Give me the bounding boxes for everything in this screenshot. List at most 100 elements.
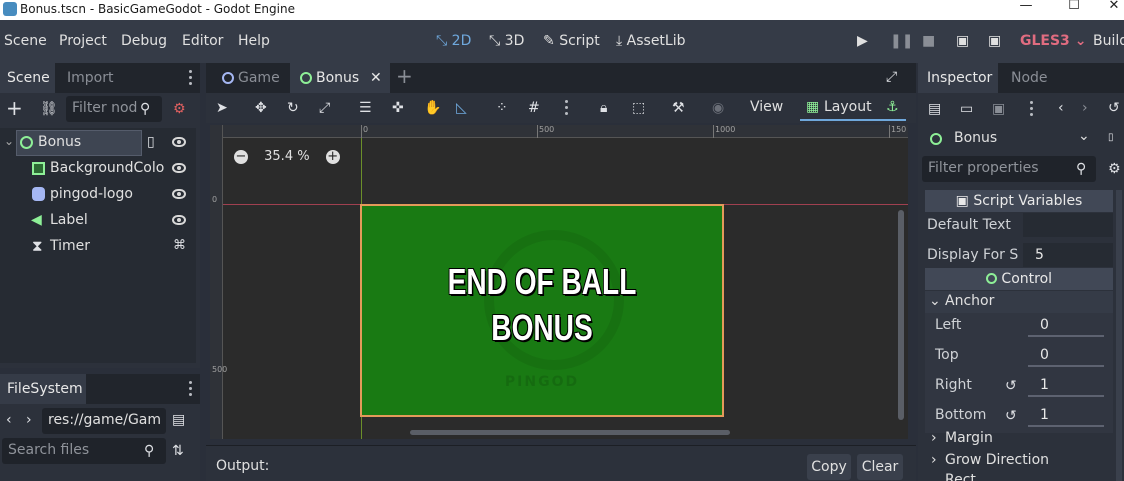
- play-custom-scene-icon[interactable]: ▣: [988, 33, 1001, 49]
- open-folder-icon[interactable]: ▭: [960, 101, 973, 117]
- ruler-tool-icon[interactable]: ◺: [456, 100, 467, 116]
- add-node-icon[interactable]: +: [6, 98, 23, 118]
- back-arrow-icon[interactable]: ‹: [6, 412, 12, 428]
- mode-script-button[interactable]: ✎ Script: [543, 33, 600, 49]
- history-icon[interactable]: ↺: [1108, 100, 1120, 116]
- display-for-field[interactable]: 5: [1023, 243, 1113, 267]
- grow-direction-group[interactable]: › Grow Direction: [925, 450, 1113, 472]
- list-select-icon[interactable]: ☰: [359, 100, 372, 116]
- default-text-field[interactable]: [1023, 213, 1113, 237]
- tree-row-label-node[interactable]: ◀ Label: [0, 208, 196, 234]
- anchor-left-value[interactable]: 0: [1040, 317, 1049, 333]
- mode-3d-button[interactable]: ⤡ 3D: [489, 33, 524, 49]
- visibility-eye-icon[interactable]: [172, 189, 186, 199]
- view-menu[interactable]: View: [750, 99, 783, 115]
- play-scene-icon[interactable]: ▣: [956, 33, 969, 49]
- camera-icon[interactable]: ◉: [712, 100, 724, 116]
- history-forward-icon[interactable]: ›: [1082, 100, 1088, 116]
- anchor-right-value[interactable]: 1: [1040, 377, 1049, 393]
- filesystem-menu-icon[interactable]: [189, 381, 193, 399]
- rotate-tool-icon[interactable]: ↻: [287, 100, 299, 116]
- link-icon[interactable]: ⛓: [40, 101, 58, 117]
- visibility-eye-icon[interactable]: [172, 163, 186, 173]
- snap-options-icon[interactable]: [565, 100, 569, 118]
- move-tool-icon[interactable]: ✥: [255, 100, 267, 116]
- anchor-group[interactable]: ⌄ Anchor: [925, 291, 1113, 313]
- node-selector[interactable]: Bonus ⌄: [922, 126, 1094, 152]
- close-tab-icon[interactable]: ✕: [370, 63, 382, 93]
- distraction-free-icon[interactable]: ⤢: [886, 69, 897, 85]
- tab-node[interactable]: Node: [1002, 63, 1062, 93]
- mode-2d-button[interactable]: ⤡ 2D: [436, 33, 471, 49]
- revert-icon[interactable]: ↺: [1005, 408, 1017, 424]
- renderer-select[interactable]: GLES3 ⌄: [1020, 33, 1086, 49]
- inspector-scrollbar[interactable]: [1116, 190, 1122, 481]
- tab-bonus[interactable]: Bonus ✕: [290, 63, 390, 93]
- menu-project[interactable]: Project: [59, 33, 107, 49]
- forward-arrow-icon[interactable]: ›: [26, 412, 32, 428]
- margin-group[interactable]: › Margin: [925, 428, 1113, 450]
- save-icon[interactable]: ▣: [992, 101, 1005, 117]
- revert-icon[interactable]: ↺: [1005, 378, 1017, 394]
- inspector-options-icon[interactable]: [1030, 101, 1034, 119]
- script-attached-icon[interactable]: ▯: [147, 134, 155, 150]
- clear-button[interactable]: Clear: [857, 454, 903, 480]
- horizontal-scrollbar[interactable]: [410, 430, 730, 435]
- signal-icon[interactable]: ⌘: [173, 238, 186, 253]
- tree-row-bonus[interactable]: ⌄ Bonus ▯: [0, 130, 196, 156]
- grid-snap-icon[interactable]: #: [528, 100, 540, 116]
- smart-snap-icon[interactable]: ⁘: [496, 100, 508, 116]
- scene-tree-options-icon[interactable]: ⚙: [173, 101, 186, 117]
- bonus-control-rect[interactable]: PINGOD END OF BALL BONUS: [360, 204, 724, 417]
- anchor-top-value[interactable]: 0: [1040, 347, 1049, 363]
- copy-button[interactable]: Copy: [807, 454, 851, 480]
- scale-tool-icon[interactable]: ⤢: [319, 100, 330, 116]
- menu-help[interactable]: Help: [238, 33, 270, 49]
- lock-icon[interactable]: 🔒︎: [600, 100, 607, 116]
- menu-scene[interactable]: Scene: [4, 33, 47, 49]
- anchor-bottom-value[interactable]: 1: [1040, 407, 1049, 423]
- filesystem-search-input[interactable]: Search files: [2, 438, 166, 464]
- collapse-arrow-icon[interactable]: ⌄: [4, 134, 14, 148]
- tree-row-timer[interactable]: ⧗ Timer ⌘: [0, 234, 196, 260]
- history-back-icon[interactable]: ‹: [1058, 100, 1064, 116]
- tree-row-backgroundcolor[interactable]: BackgroundColo: [0, 156, 196, 182]
- mode-assetlib-button[interactable]: ⤓ AssetLib: [616, 33, 686, 49]
- tab-filesystem[interactable]: FileSystem: [0, 374, 86, 404]
- scene-dock-menu-icon[interactable]: [189, 70, 193, 88]
- tab-inspector[interactable]: Inspector: [918, 63, 998, 93]
- close-window-button[interactable]: ✕: [1103, 0, 1124, 18]
- zoom-level[interactable]: 35.4 %: [264, 149, 309, 164]
- minimize-button[interactable]: —: [1015, 0, 1037, 18]
- pan-tool-icon[interactable]: ✋: [424, 100, 441, 116]
- tab-game[interactable]: Game: [210, 63, 288, 93]
- maximize-button[interactable]: ☐: [1063, 0, 1085, 18]
- menu-debug[interactable]: Debug: [121, 33, 167, 49]
- zoom-out-icon[interactable]: −: [234, 150, 248, 164]
- skeleton-icon[interactable]: ⚒: [672, 100, 685, 116]
- group-icon[interactable]: ⬚: [632, 100, 645, 116]
- filesystem-path-field[interactable]: res://game/Gam: [42, 408, 166, 434]
- rect-group[interactable]: Rect: [925, 472, 1113, 481]
- layout-menu[interactable]: ▦ Layout ⚓: [800, 95, 906, 121]
- select-tool-icon[interactable]: ➤: [216, 100, 228, 116]
- sort-icon[interactable]: ⇅: [172, 443, 184, 459]
- tab-import[interactable]: Import: [60, 63, 120, 93]
- stop-icon[interactable]: ■: [922, 33, 935, 49]
- menu-editor[interactable]: Editor: [182, 33, 223, 49]
- docs-icon[interactable]: ▯: [1108, 130, 1114, 146]
- filter-properties-input[interactable]: Filter properties: [922, 156, 1096, 182]
- tab-scene[interactable]: Scene: [0, 63, 55, 93]
- play-icon[interactable]: ▶: [857, 33, 868, 49]
- visibility-eye-icon[interactable]: [172, 137, 186, 147]
- property-options-icon[interactable]: ⚙: [1108, 161, 1121, 177]
- vertical-scrollbar[interactable]: [898, 210, 904, 420]
- control-section[interactable]: Control: [925, 268, 1113, 290]
- pivot-tool-icon[interactable]: ✜: [392, 100, 404, 116]
- build-button[interactable]: Build: [1093, 33, 1124, 49]
- visibility-eye-icon[interactable]: [172, 215, 186, 225]
- split-view-icon[interactable]: ▤: [172, 412, 185, 428]
- new-resource-icon[interactable]: ▤: [928, 101, 941, 117]
- canvas-viewport[interactable]: 0 500 1000 150 0 500 − 35.4 % + PINGOD E…: [210, 125, 908, 439]
- tree-row-pingod-logo[interactable]: pingod-logo: [0, 182, 196, 208]
